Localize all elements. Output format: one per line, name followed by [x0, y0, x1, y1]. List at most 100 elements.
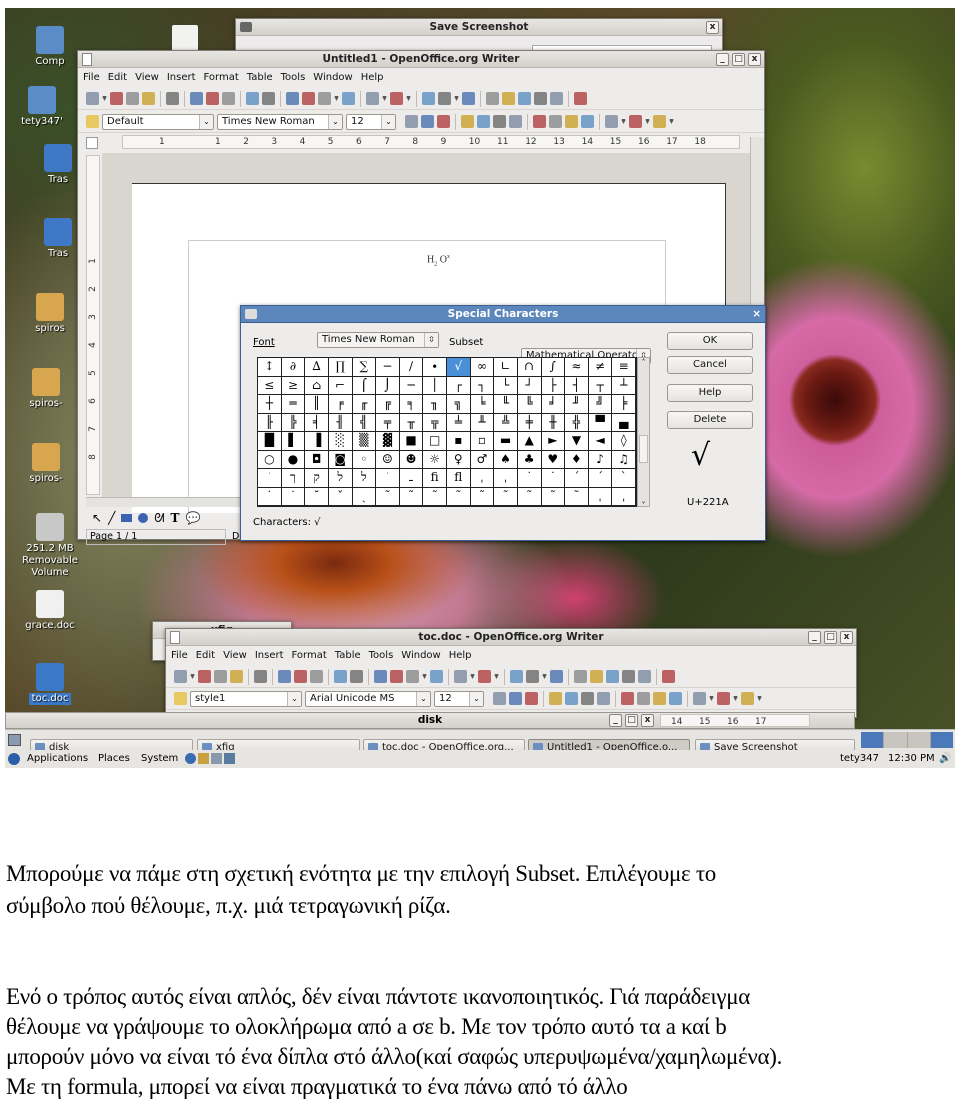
redo-icon[interactable]: [390, 92, 403, 105]
increase-indent-icon[interactable]: [669, 692, 682, 705]
workspace-3[interactable]: [907, 732, 930, 748]
character-cell[interactable]: ≠: [588, 358, 613, 377]
align-center-icon[interactable]: [565, 692, 578, 705]
character-cell[interactable]: ≤: [258, 376, 282, 395]
email-icon[interactable]: [230, 670, 243, 683]
character-cell[interactable]: ╬: [565, 413, 589, 432]
menu-view[interactable]: View: [223, 650, 247, 661]
character-cell[interactable]: ╛: [541, 395, 566, 414]
rectangle-icon[interactable]: [121, 514, 133, 522]
edit-file-icon[interactable]: [166, 92, 179, 105]
pilcrow-icon[interactable]: [622, 670, 635, 683]
maximize-button[interactable]: □: [824, 631, 837, 644]
character-cell[interactable]: ├: [541, 376, 566, 395]
character-cell[interactable]: ♀: [447, 450, 471, 469]
character-cell[interactable]: ↕: [258, 358, 282, 377]
character-cell[interactable]: ˙: [541, 469, 566, 488]
menu-view[interactable]: View: [135, 72, 159, 83]
menu-tools[interactable]: Tools: [281, 72, 306, 83]
menu-table[interactable]: Table: [247, 72, 273, 83]
character-cell[interactable]: ▬: [494, 432, 518, 451]
character-cell[interactable]: ˌ: [588, 487, 613, 506]
desktop-icon[interactable]: toc.doc: [5, 663, 95, 705]
character-cell[interactable]: ֹ: [258, 469, 282, 488]
character-cell[interactable]: ◊: [612, 432, 636, 451]
character-cell[interactable]: ∆: [305, 358, 329, 377]
workspace-switcher[interactable]: [861, 732, 953, 748]
workspace-1[interactable]: [861, 732, 884, 748]
character-cell[interactable]: ∞: [470, 358, 495, 377]
character-cell[interactable]: −: [376, 358, 400, 377]
character-cell[interactable]: ˙: [517, 469, 542, 488]
tab-stop-selector[interactable]: [86, 137, 98, 149]
spellcheck-icon[interactable]: [246, 92, 259, 105]
character-cell[interactable]: ≈: [565, 358, 589, 377]
character-cell[interactable]: ♠: [494, 450, 518, 469]
mail-launcher-icon[interactable]: [198, 753, 209, 764]
gallery-icon[interactable]: [502, 92, 515, 105]
font-color-icon[interactable]: [605, 115, 618, 128]
align-left-icon[interactable]: [549, 692, 562, 705]
highlight-icon[interactable]: [717, 692, 730, 705]
font-color-icon[interactable]: [693, 692, 706, 705]
dropdown-arrow-icon[interactable]: [542, 674, 547, 679]
freeform-icon[interactable]: ᘛ: [154, 511, 164, 526]
character-cell[interactable]: ╗: [447, 395, 471, 414]
draw-icon[interactable]: [462, 92, 475, 105]
character-cell[interactable]: ˜: [399, 487, 424, 506]
character-cell[interactable]: ╙: [494, 395, 518, 414]
character-cell[interactable]: ▫: [470, 432, 495, 451]
character-cell[interactable]: ●: [281, 450, 306, 469]
character-cell[interactable]: ˜: [423, 487, 447, 506]
edit-file-icon[interactable]: [254, 670, 267, 683]
styles-icon[interactable]: [174, 692, 187, 705]
clock[interactable]: 12:30 PM: [888, 750, 935, 768]
character-cell[interactable]: ⌡: [376, 376, 400, 395]
character-cell[interactable]: ║: [305, 395, 329, 414]
character-cell[interactable]: ◙: [328, 450, 353, 469]
font-name-select[interactable]: Arial Unicode MS ⌄: [305, 690, 431, 707]
horizontal-ruler[interactable]: 1 1 2 3 4 5 6 7 8 9 10 11 12 13 14 15 16 17 18: [122, 135, 740, 149]
volume-icon[interactable]: 🔊: [939, 750, 951, 768]
text-icon[interactable]: T: [171, 511, 180, 525]
font-size-select[interactable]: 12 ⌄: [346, 113, 396, 130]
system-menu[interactable]: System: [141, 750, 178, 768]
character-cell[interactable]: ┌: [447, 376, 471, 395]
character-cell[interactable]: √: [447, 358, 471, 377]
copy-icon[interactable]: [302, 92, 315, 105]
character-cell[interactable]: ═: [281, 395, 306, 414]
datasource-icon[interactable]: [518, 92, 531, 105]
menu-window[interactable]: Window: [401, 650, 440, 661]
dropdown-arrow-icon[interactable]: [669, 119, 674, 124]
close-icon[interactable]: ×: [752, 306, 761, 323]
navigator-icon[interactable]: [574, 670, 587, 683]
decrease-indent-icon[interactable]: [653, 692, 666, 705]
menu-help[interactable]: Help: [449, 650, 472, 661]
dropdown-arrow-icon[interactable]: [454, 96, 459, 101]
draw-icon[interactable]: [550, 670, 563, 683]
print-icon[interactable]: [206, 92, 219, 105]
background-color-icon[interactable]: [653, 115, 666, 128]
character-cell[interactable]: ╔: [376, 395, 400, 414]
dropdown-arrow-icon[interactable]: [709, 696, 714, 701]
character-cell[interactable]: ׂ: [376, 469, 400, 488]
places-menu[interactable]: Places: [98, 750, 130, 768]
character-cell[interactable]: ╪: [517, 413, 542, 432]
dropdown-arrow-icon[interactable]: [757, 696, 762, 701]
character-cell[interactable]: ┼: [258, 395, 282, 414]
align-right-icon[interactable]: [493, 115, 506, 128]
character-cell[interactable]: ˘: [305, 487, 329, 506]
character-cell[interactable]: ▲: [517, 432, 542, 451]
character-cell[interactable]: ∑: [352, 358, 377, 377]
character-cell[interactable]: ─: [399, 376, 424, 395]
character-cell[interactable]: ˌ: [612, 487, 636, 506]
character-cell[interactable]: ך: [281, 469, 306, 488]
paste-icon[interactable]: [318, 92, 331, 105]
character-cell[interactable]: ˜: [376, 487, 400, 506]
character-cell[interactable]: ˜: [447, 487, 471, 506]
character-cell[interactable]: □: [423, 432, 447, 451]
character-cell[interactable]: ˙: [281, 487, 306, 506]
menu-insert[interactable]: Insert: [255, 650, 284, 661]
align-left-icon[interactable]: [461, 115, 474, 128]
character-cell[interactable]: ┐: [470, 376, 495, 395]
